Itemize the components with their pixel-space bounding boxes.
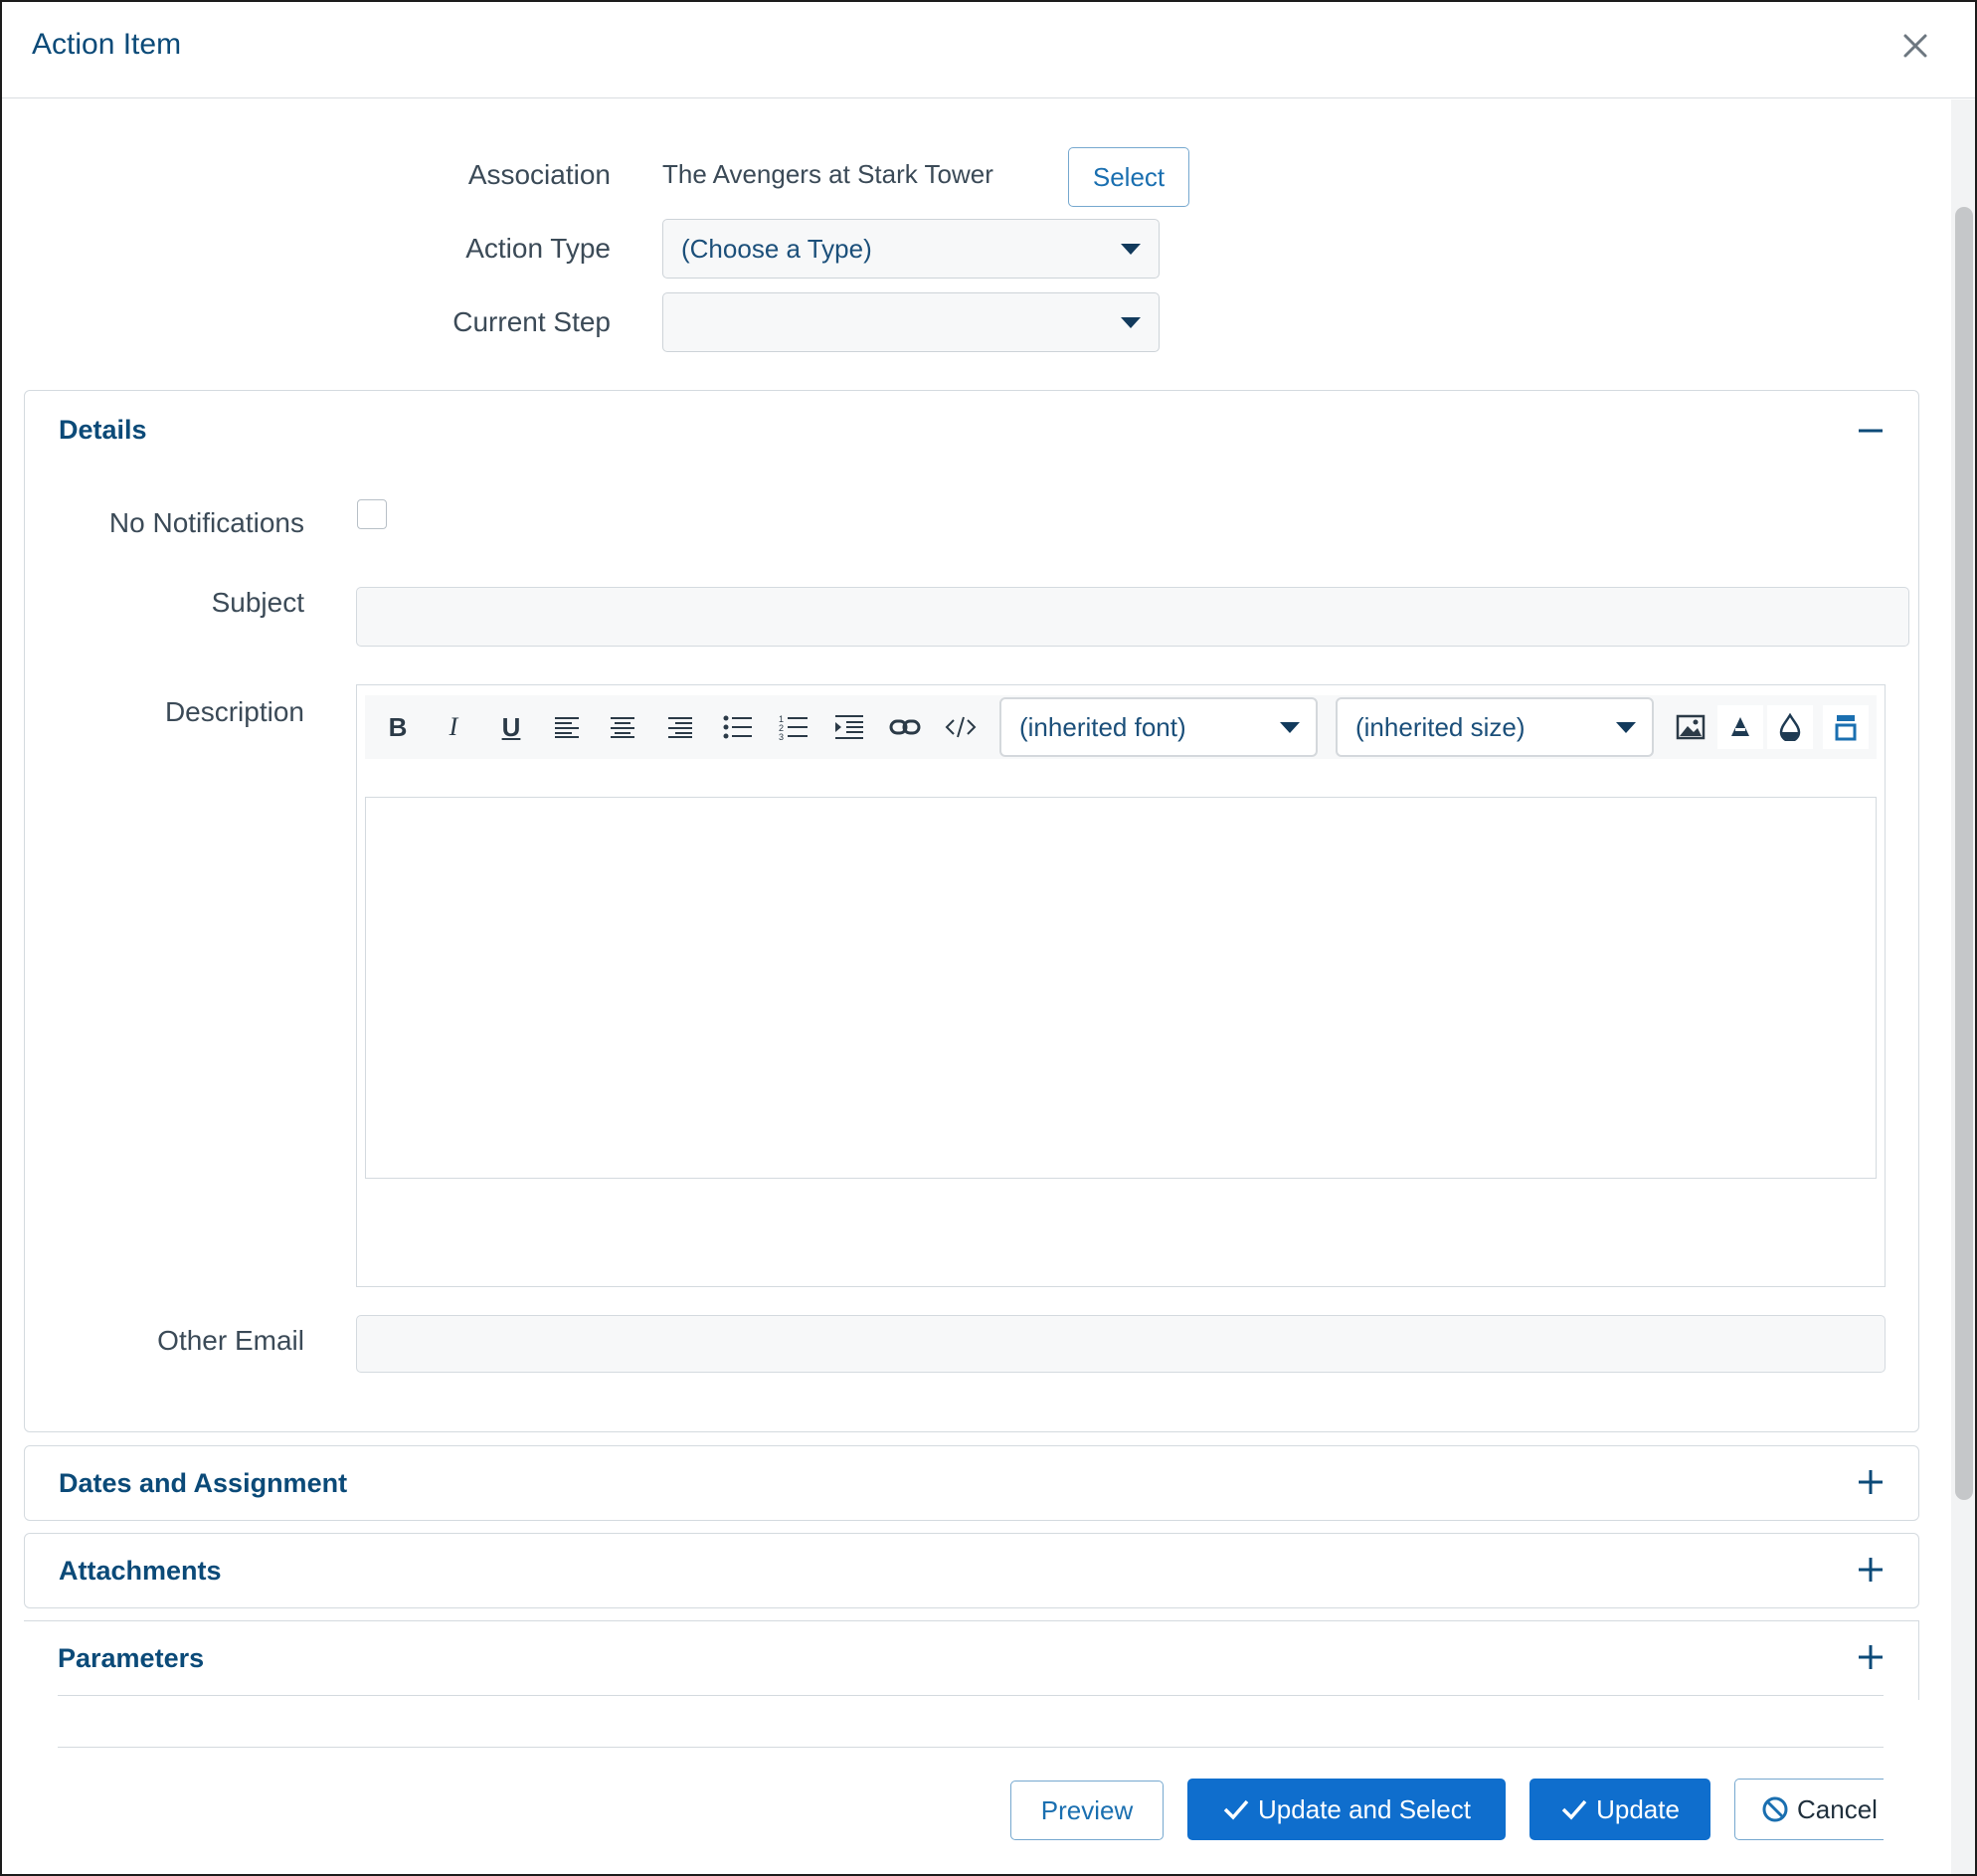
description-label: Description xyxy=(164,696,304,727)
chevron-down-icon xyxy=(1616,722,1636,733)
image-icon[interactable] xyxy=(1668,705,1713,749)
preview-label: Preview xyxy=(1040,1794,1134,1825)
preview-button[interactable]: Preview xyxy=(1010,1781,1164,1840)
chevron-down-icon xyxy=(1121,317,1141,328)
close-icon[interactable] xyxy=(1895,26,1935,66)
align-center-icon[interactable] xyxy=(600,705,645,749)
underline-icon[interactable]: U xyxy=(488,705,534,749)
section-dates-and-assignment[interactable]: Dates and Assignment xyxy=(24,1445,1919,1521)
description-editor: B I U 123 (inherited font) (inherited si… xyxy=(356,684,1886,1287)
numbered-list-icon[interactable]: 123 xyxy=(771,705,816,749)
text-color-icon[interactable] xyxy=(1717,705,1763,749)
dialog-title: Action Item xyxy=(32,28,182,61)
no-notifications-label: No Notifications xyxy=(108,507,304,538)
align-right-icon[interactable] xyxy=(657,705,703,749)
format-block-icon[interactable] xyxy=(1823,705,1869,749)
dialog-header: Action Item xyxy=(2,2,1975,98)
chevron-down-icon xyxy=(1280,722,1300,733)
code-icon[interactable] xyxy=(938,705,984,749)
action-type-select[interactable]: (Choose a Type) xyxy=(662,219,1160,279)
scrollbar-thumb[interactable] xyxy=(1955,207,1973,1500)
update-button[interactable]: Update xyxy=(1529,1779,1710,1840)
update-and-select-label: Update and Select xyxy=(1258,1793,1471,1824)
current-step-label: Current Step xyxy=(452,306,611,337)
divider xyxy=(58,1695,1884,1696)
no-notifications-checkbox[interactable] xyxy=(357,499,387,529)
link-icon[interactable] xyxy=(882,705,928,749)
association-value: The Avengers at Stark Tower xyxy=(662,159,993,189)
expand-plus-icon[interactable] xyxy=(1857,1556,1885,1584)
select-association-button[interactable]: Select xyxy=(1068,147,1189,207)
section-title[interactable]: Dates and Assignment xyxy=(59,1468,347,1499)
other-email-input[interactable] xyxy=(356,1315,1886,1373)
font-family-select[interactable]: (inherited font) xyxy=(999,697,1318,757)
svg-text:3: 3 xyxy=(779,732,784,741)
align-left-icon[interactable] xyxy=(544,705,590,749)
fill-color-icon[interactable] xyxy=(1767,705,1813,749)
update-and-select-button[interactable]: Update and Select xyxy=(1187,1779,1506,1840)
subject-label: Subject xyxy=(211,587,304,618)
details-title[interactable]: Details xyxy=(59,415,147,446)
section-title[interactable]: Parameters xyxy=(58,1643,204,1674)
indent-icon[interactable] xyxy=(826,705,872,749)
cancel-button[interactable]: Cancel xyxy=(1734,1779,1884,1840)
action-type-value: (Choose a Type) xyxy=(681,233,872,264)
expand-plus-icon[interactable] xyxy=(1857,1468,1885,1496)
expand-plus-icon[interactable] xyxy=(1857,1643,1885,1671)
divider xyxy=(58,1747,1884,1748)
bold-icon[interactable]: B xyxy=(375,705,421,749)
font-size-select[interactable]: (inherited size) xyxy=(1336,697,1654,757)
description-edit-area[interactable] xyxy=(365,797,1877,1179)
action-item-dialog: Action Item Association The Avengers at … xyxy=(0,0,1977,1876)
font-family-value: (inherited font) xyxy=(1019,711,1186,742)
editor-toolbar: B I U 123 (inherited font) (inherited si… xyxy=(365,695,1877,759)
action-type-label: Action Type xyxy=(465,233,611,264)
section-parameters[interactable]: Parameters xyxy=(24,1620,1919,1700)
scrollbar[interactable] xyxy=(1951,99,1975,1874)
cancel-label: Cancel xyxy=(1797,1793,1878,1824)
subject-input[interactable] xyxy=(356,587,1909,647)
update-label: Update xyxy=(1596,1793,1680,1824)
font-size-value: (inherited size) xyxy=(1355,711,1526,742)
collapse-minus-icon[interactable] xyxy=(1857,417,1885,445)
current-step-select[interactable] xyxy=(662,292,1160,352)
section-title[interactable]: Attachments xyxy=(59,1556,222,1587)
cancel-icon xyxy=(1762,1796,1788,1822)
section-attachments[interactable]: Attachments xyxy=(24,1533,1919,1608)
bullet-list-icon[interactable] xyxy=(715,705,761,749)
chevron-down-icon xyxy=(1121,244,1141,255)
italic-icon[interactable]: I xyxy=(431,705,476,749)
association-label: Association xyxy=(467,159,611,190)
check-icon xyxy=(1223,1799,1249,1820)
check-icon xyxy=(1561,1799,1587,1820)
other-email-label: Other Email xyxy=(157,1325,304,1356)
